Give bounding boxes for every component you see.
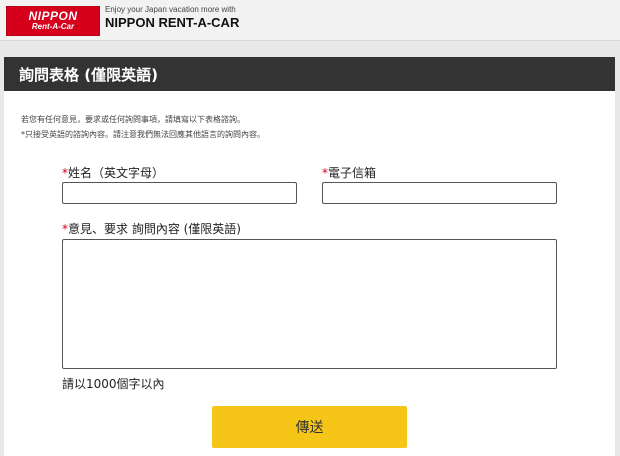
- form-header: 詢問表格 (僅限英語): [4, 57, 615, 91]
- form-title: 詢問表格 (僅限英語): [19, 66, 158, 84]
- submit-button[interactable]: 傳送: [212, 406, 407, 448]
- intro-text-line-2: *只接受英語的諮詢內容。請注意我們無法回應其他語言的詢問內容。: [21, 130, 265, 139]
- email-input[interactable]: [322, 182, 557, 204]
- name-label-text: 姓名（英文字母）: [68, 166, 165, 180]
- message-textarea[interactable]: [62, 239, 557, 369]
- logo-main-text: NIPPON: [28, 9, 78, 23]
- tagline: Enjoy your Japan vacation more with: [105, 5, 236, 14]
- inquiry-form-panel: 詢問表格 (僅限英語) 若您有任何意見，要求或任何詢問事項，請填寫以下表格諮詢。…: [4, 57, 615, 456]
- top-bar: NIPPON Rent-A-Car Enjoy your Japan vacat…: [0, 0, 620, 41]
- logo-sub-text: Rent-A-Car: [31, 22, 75, 31]
- char-limit-hint: 請以1000個字以內: [62, 377, 165, 391]
- message-field-label: *意見、要求 詢問內容 (僅限英語): [62, 220, 241, 237]
- message-label-text: 意見、要求 詢問內容 (僅限英語): [68, 222, 241, 236]
- name-field-label: *姓名（英文字母）: [62, 164, 164, 181]
- nippon-rent-a-car-logo[interactable]: NIPPON Rent-A-Car: [6, 6, 100, 36]
- email-field-label: *電子信箱: [322, 164, 376, 181]
- email-label-text: 電子信箱: [328, 166, 377, 180]
- brand-name: NIPPON RENT-A-CAR: [105, 15, 240, 30]
- name-input[interactable]: [62, 182, 297, 204]
- intro-text-line-1: 若您有任何意見，要求或任何詢問事項，請填寫以下表格諮詢。: [21, 115, 245, 124]
